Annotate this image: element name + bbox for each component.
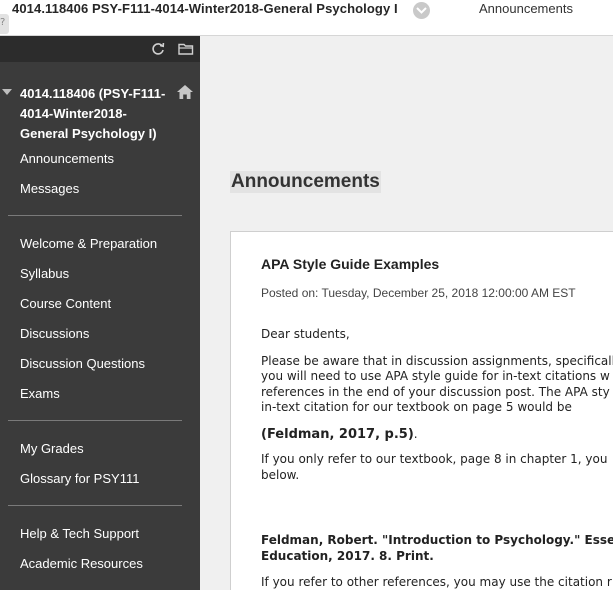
- content-area: Announcements APA Style Guide Examples P…: [200, 36, 613, 590]
- sidebar-item-messages[interactable]: Messages: [20, 181, 79, 196]
- sidebar-item-course-content[interactable]: Course Content: [20, 296, 111, 311]
- paragraph-line: you will need to use APA style guide for…: [261, 369, 610, 383]
- sidebar-item-my-grades[interactable]: My Grades: [20, 441, 84, 456]
- announcement-posted-date: Posted on: Tuesday, December 25, 2018 12…: [261, 286, 576, 300]
- help-icon: ?: [0, 17, 6, 28]
- chevron-down-icon: [416, 7, 427, 14]
- sidebar-toolbar: [0, 36, 200, 62]
- course-title[interactable]: 4014.118406 PSY-F111-4014-Winter2018-Gen…: [12, 1, 398, 16]
- announcement-body: Dear students, Please be aware that in d…: [261, 327, 613, 590]
- reference-entry: Feldman, Robert. "Introduction to Psycho…: [261, 533, 613, 564]
- refresh-icon: [152, 42, 165, 55]
- sidebar-item-help-tech-support[interactable]: Help & Tech Support: [20, 526, 139, 541]
- paragraph-line: below.: [261, 467, 300, 482]
- sidebar-divider: [8, 505, 182, 506]
- paragraph-line: references in the end of your discussion…: [261, 384, 610, 399]
- breadcrumb-current: Announcements: [479, 1, 573, 16]
- announcement-paragraph: If you only refer to our textbook, page …: [261, 452, 613, 483]
- sidebar-item-announcements[interactable]: Announcements: [20, 151, 114, 166]
- citation-suffix: .: [413, 426, 418, 441]
- help-tab[interactable]: ?: [0, 14, 9, 34]
- paragraph-line: Please be aware that in discussion assig…: [261, 353, 613, 368]
- citation-example-text: (Feldman, 2017, p.5): [261, 426, 414, 442]
- reference-line: Education, 2017. 8. Print.: [261, 548, 434, 563]
- paragraph-line: If you only refer to our textbook, page …: [261, 452, 608, 466]
- collapse-triangle-icon[interactable]: [2, 89, 12, 96]
- sidebar-item-syllabus[interactable]: Syllabus: [20, 266, 69, 281]
- sidebar-item-discussion-questions[interactable]: Discussion Questions: [20, 356, 145, 371]
- sidebar-item-exams[interactable]: Exams: [20, 386, 60, 401]
- sidebar-item-academic-resources[interactable]: Academic Resources: [20, 556, 143, 571]
- folder-view-button[interactable]: [177, 40, 195, 58]
- course-header-bar: 4014.118406 PSY-F111-4014-Winter2018-Gen…: [0, 0, 613, 36]
- sidebar-course-name[interactable]: 4014.118406 (PSY-F111-4014-Winter2018-Ge…: [20, 84, 172, 144]
- announcement-paragraph: If you refer to other references, you ma…: [261, 575, 612, 589]
- sidebar-divider: [8, 215, 182, 216]
- citation-example: (Feldman, 2017, p.5).: [261, 427, 613, 443]
- home-icon[interactable]: [177, 85, 193, 99]
- course-menu-button[interactable]: [413, 2, 430, 19]
- sidebar-item-discussions[interactable]: Discussions: [20, 326, 89, 341]
- reference-line: Feldman, Robert. "Introduction to Psycho…: [261, 533, 613, 547]
- page-title: Announcements: [230, 171, 381, 193]
- announcement-title: APA Style Guide Examples: [261, 256, 440, 272]
- announcement-card: APA Style Guide Examples Posted on: Tues…: [230, 231, 613, 590]
- announcement-greeting: Dear students,: [261, 327, 350, 341]
- course-menu-sidebar: 4014.118406 (PSY-F111-4014-Winter2018-Ge…: [0, 36, 200, 590]
- paragraph-line: in-text citation for our textbook on pag…: [261, 400, 572, 414]
- announcement-paragraph: Please be aware that in discussion assig…: [261, 354, 613, 416]
- sidebar-item-welcome-preparation[interactable]: Welcome & Preparation: [20, 236, 157, 251]
- refresh-button[interactable]: [149, 40, 167, 58]
- sidebar-divider: [8, 420, 182, 421]
- sidebar-item-glossary[interactable]: Glossary for PSY111: [20, 471, 139, 486]
- folder-icon: [178, 43, 194, 55]
